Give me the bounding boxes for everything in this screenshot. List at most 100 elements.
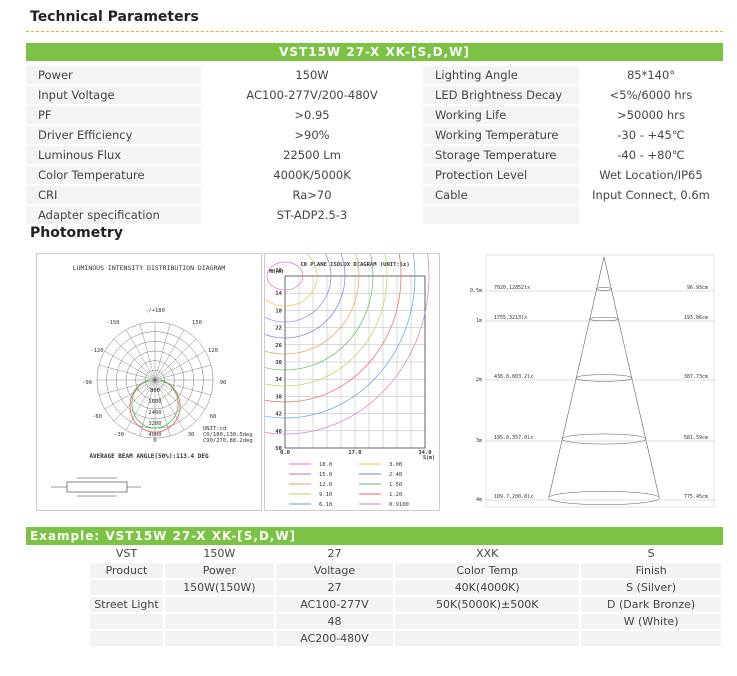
spec-value: 4000K/5000K — [201, 166, 423, 184]
example-cell: Finish — [581, 563, 721, 578]
cone-ring — [589, 316, 619, 322]
example-row: VST 150W 27 XXK S — [28, 546, 721, 561]
example-row: Product Power Voltage Color Temp Finish — [28, 563, 721, 578]
isolux-legend-label: 18.0 — [319, 462, 332, 468]
example-spacer — [28, 580, 88, 595]
spec-row: Input Voltage AC100-277V/200-480V LED Brig… — [26, 86, 723, 104]
spec-label: Color Temperature — [26, 166, 201, 184]
example-spacer — [28, 631, 88, 646]
example-cell: 27 — [275, 580, 394, 595]
example-cell: 150W(150W) — [164, 580, 274, 595]
isolux-legend-label: 15.0 — [319, 472, 332, 478]
polar-angle-label: -60 — [92, 414, 102, 420]
cone-lux-label: 1755,3213lx — [494, 315, 527, 321]
spec-value: -30 - +45℃ — [579, 126, 723, 144]
spec-row: Adapter specification ST-ADP2.5-3 — [26, 206, 723, 224]
spec-row: Luminous Flux 22500 Lm Storage Temperature… — [26, 146, 723, 164]
polar-angle-label: -120 — [90, 348, 103, 354]
isolux-legend-label: 3.00 — [389, 462, 402, 468]
example-cell: Power — [164, 563, 274, 578]
cone-ring — [575, 374, 633, 382]
example-table: VST 150W 27 XXK S Product Power Voltage Color Te… — [26, 544, 723, 648]
spec-row: CRI Ra>70 Cable Input Connect, 0.6m — [26, 186, 723, 204]
polar-c90: C90/270,88.2deg — [203, 438, 253, 444]
isolux-legend-label: 9.10 — [319, 492, 332, 498]
cone-diameter-label: 775.45cm — [684, 494, 708, 500]
spec-label: Input Voltage — [26, 86, 201, 104]
cone-diameter-label: 193.86cm — [684, 315, 708, 321]
example-cell: AC100-277V — [275, 597, 394, 612]
isolux-y-tick: 30 — [275, 360, 282, 366]
example-spacer — [28, 563, 88, 578]
spec-value: Wet Location/IP65 — [579, 166, 723, 184]
spec-label: Cable — [423, 186, 579, 204]
spec-label: LED Brightness Decay — [423, 86, 579, 104]
cone-ring — [595, 287, 613, 291]
isolux-x-tick: 0.0 — [280, 450, 290, 456]
isolux-y-tick: 22 — [275, 326, 282, 332]
spec-value: -40 - +80℃ — [579, 146, 723, 164]
spec-label: Driver Efficiency — [26, 126, 201, 144]
spec-value: 150W — [201, 66, 423, 84]
isolux-y-tick: 34 — [275, 377, 282, 383]
spec-label: Power — [26, 66, 201, 84]
isolux-legend-label: 1.50 — [389, 482, 402, 488]
polar-ring-label: 3200 — [148, 421, 161, 427]
spec-row: Power 150W Lighting Angle 85*140° — [26, 66, 723, 84]
example-cell: Color Temp — [395, 563, 580, 578]
isolux-y-tick: 14 — [275, 291, 282, 297]
example-spacer — [28, 614, 88, 629]
spec-value: Input Connect, 0.6m — [579, 186, 723, 204]
cone-ring — [548, 491, 660, 505]
polar-angle-label: -90 — [82, 380, 92, 386]
polar-beam-angle: AVERAGE BEAM ANGLE(50%):113.4 DEG — [89, 453, 209, 460]
spec-value: AC100-277V/200-480V — [201, 86, 423, 104]
spec-label: Working Temperature — [423, 126, 579, 144]
polar-grid: -/+180 -150 150 -120 120 -90 90 -60 60 -30 0 30 800 1… — [82, 308, 226, 444]
isolux-legend-label: 6.10 — [319, 502, 332, 508]
isolux-contour — [154, 133, 416, 419]
polar-spoke — [113, 338, 156, 381]
example-cell: D (Dark Bronze) — [581, 597, 721, 612]
example-cell — [90, 631, 163, 646]
polar-angle-label: 150 — [192, 320, 202, 326]
polar-angle-label: -150 — [106, 320, 119, 326]
example-cell: VST — [115, 547, 138, 560]
isolux-y-tick: 10 — [275, 268, 282, 274]
example-cell — [164, 631, 274, 646]
isolux-y-tick: 42 — [275, 412, 282, 418]
example-row: 48 W (White) — [28, 614, 721, 629]
spec-value: ST-ADP2.5-3 — [201, 206, 423, 224]
spec-label: Lighting Angle — [423, 66, 579, 84]
spec-table: Power 150W Lighting Angle 85*140° Input Volt… — [26, 64, 723, 226]
polar-ring-label: 1600 — [148, 399, 161, 405]
isolux-y-tick: 18 — [275, 308, 282, 314]
example-cell: 27 — [327, 547, 342, 560]
isolux-x-tick: 17.0 — [348, 450, 361, 456]
polar-angle-label: 60 — [210, 414, 217, 420]
polar-ring-label: 4000 — [148, 432, 161, 438]
polar-angle-label: 120 — [208, 348, 218, 354]
example-cell: XXK — [476, 547, 499, 560]
example-bar: Example: VST15W 27-X XK-[S,D,W] — [26, 527, 723, 545]
polar-spoke — [154, 350, 206, 381]
polar-spoke — [154, 338, 197, 381]
example-cell — [90, 614, 163, 629]
cone-ring — [561, 433, 647, 445]
example-row: 150W(150W) 27 40K(4000K) S (Silver) — [28, 580, 721, 595]
example-cell — [164, 597, 274, 612]
polar-spoke — [104, 350, 156, 381]
isolux-contour — [140, 117, 430, 435]
polar-angle-label: 0 — [153, 438, 156, 444]
polar-angle-label: 90 — [220, 380, 227, 386]
cone-lux-label: 7020,12852lx — [494, 285, 530, 291]
isolux-legend-label: 0.9100 — [389, 502, 409, 508]
polar-title: LUMINOUS INTENSITY DISTRIBUTION DIAGRAM — [73, 264, 226, 272]
spec-label — [423, 206, 579, 224]
spec-label: Protection Level — [423, 166, 579, 184]
example-cell: 50K(5000K)±500K — [395, 597, 580, 612]
example-cell — [90, 580, 163, 595]
example-spacer — [28, 597, 88, 612]
cone-height-label: 1m — [476, 318, 482, 324]
cone-lux-label: 438.8,803.2lx — [494, 374, 533, 380]
